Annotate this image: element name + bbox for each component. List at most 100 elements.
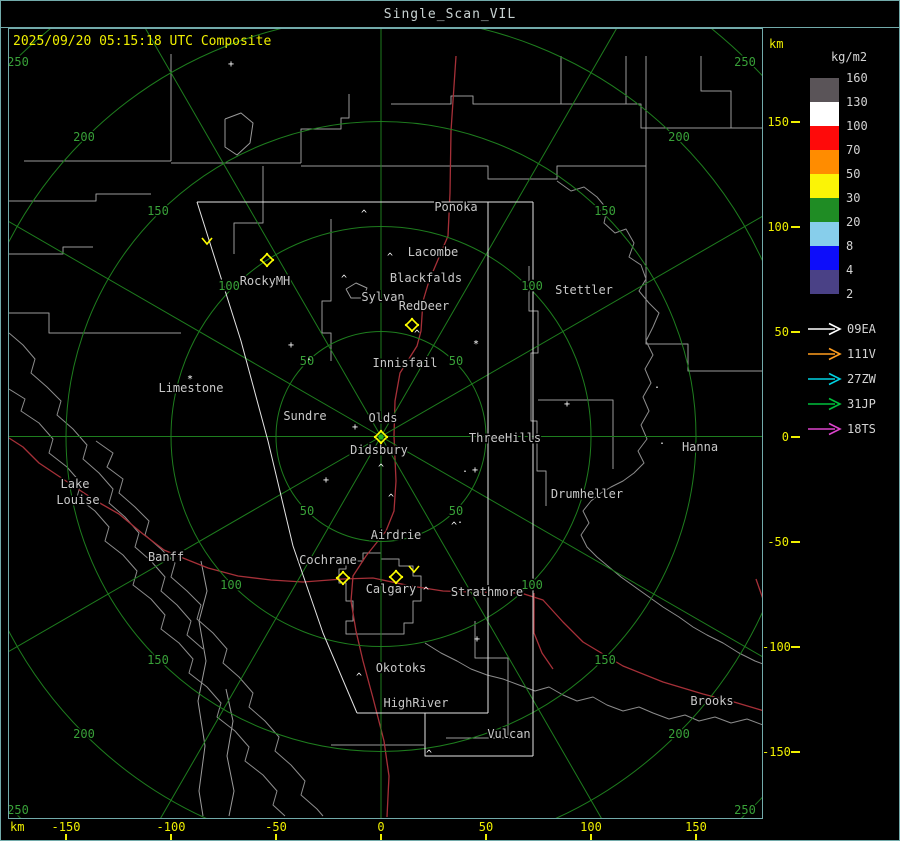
right-axis-label: -100 — [762, 639, 791, 654]
colorscale-swatch — [810, 102, 839, 126]
track-id-label: 09EA — [847, 322, 876, 336]
city-label: HighRiver — [383, 696, 448, 710]
point-marker: ^ — [361, 209, 367, 220]
radial-line — [380, 29, 617, 437]
point-marker: ^ — [423, 586, 429, 597]
county-boundary — [391, 56, 562, 105]
city-label: Brooks — [690, 694, 733, 708]
colorscale-value: 50 — [846, 167, 861, 181]
right-axis-label: 50 — [774, 324, 789, 339]
radar-site-marker-dot — [259, 258, 263, 262]
river-line — [9, 388, 286, 817]
point-marker: . — [462, 464, 468, 475]
radar-site-marker-dot — [271, 258, 275, 262]
track-id-label: 111V — [847, 347, 876, 361]
city-label: Ponoka — [434, 200, 477, 214]
window-title: Single_Scan_VIL — [383, 6, 517, 22]
colorscale-value: 8 — [846, 239, 854, 253]
range-ring-label: 100 — [521, 578, 543, 592]
bottom-axis-unit: km — [10, 820, 25, 834]
city-label: Lacombe — [408, 245, 459, 259]
right-axis-tick — [791, 120, 800, 123]
colorscale-value: 4 — [846, 263, 854, 277]
county-boundary — [9, 246, 93, 255]
colorscale-value: 160 — [846, 71, 868, 85]
city-label: Vulcan — [487, 727, 530, 741]
city-label: Lake — [61, 477, 90, 491]
city-label: Banff — [148, 550, 184, 564]
range-ring-label: 200 — [73, 130, 95, 144]
county-boundary — [538, 399, 614, 469]
bottom-axis-label: 0 — [377, 820, 385, 834]
city-label: Hanna — [682, 440, 718, 454]
colorscale-value: 30 — [846, 191, 861, 205]
county-boundary — [528, 266, 547, 506]
point-marker: + — [472, 465, 478, 476]
bottom-axis-tick — [380, 834, 382, 840]
range-ring-label: 200 — [73, 727, 95, 741]
county-boundary — [321, 219, 332, 361]
colorscale-swatch — [810, 222, 839, 246]
bottom-axis-tick — [65, 834, 67, 840]
city-label: Didsbury — [350, 443, 408, 457]
v-marker — [408, 565, 420, 574]
city-label: Drumheller — [551, 487, 623, 501]
city-label: Innisfail — [372, 356, 437, 370]
point-marker: . — [654, 380, 660, 391]
radar-site-marker-dot — [347, 576, 351, 580]
point-marker: . — [457, 515, 463, 526]
radar-center-marker-dot — [385, 435, 389, 439]
right-axis-tick — [791, 645, 800, 648]
track-id-label: 31JP — [847, 397, 876, 411]
city-label: Olds — [369, 411, 398, 425]
colorscale-value: 130 — [846, 95, 868, 109]
colorscale-value: 2 — [846, 287, 854, 301]
track-id-label: 27ZW — [847, 372, 876, 386]
radar-site-marker-dot — [388, 575, 392, 579]
bottom-axis-label: -150 — [51, 820, 81, 834]
radar-center-marker-dot — [373, 435, 377, 439]
range-ring-label: 200 — [668, 130, 690, 144]
radar-site-marker-dot — [394, 569, 398, 573]
city-label: Strathmore — [451, 585, 523, 599]
radar-site-marker-dot — [265, 264, 269, 268]
range-ring-label: 150 — [594, 204, 616, 218]
radial-line — [380, 436, 762, 658]
point-marker: ^ — [341, 274, 347, 285]
radar-center-marker-dot — [379, 441, 383, 445]
point-marker: + — [288, 340, 294, 351]
radar-map-canvas: 50 5050 50100 100100 100150 150150 150200 20020… — [9, 29, 762, 818]
river-line — [95, 440, 324, 817]
radar-site-marker-dot — [341, 582, 345, 586]
highway-line — [755, 578, 762, 599]
title-bar: Single_Scan_VIL — [1, 1, 899, 28]
right-axis-label: -150 — [762, 744, 791, 759]
range-ring-label: 250 — [734, 55, 756, 69]
range-ring-label: 150 — [147, 204, 169, 218]
colorscale-swatch — [810, 150, 839, 174]
bottom-axis-tick — [695, 834, 697, 840]
county-boundary — [300, 94, 350, 163]
point-marker: + — [228, 59, 234, 70]
city-label: Blackfalds — [390, 271, 462, 285]
bottom-axis-tick — [590, 834, 592, 840]
radar-map-viewport[interactable]: 50 50 50 50 100 100 100 100 150 150 150 150 200 200 20… — [8, 28, 763, 819]
range-ring-label: 150 — [594, 653, 616, 667]
radar-site-marker-dot — [335, 576, 339, 580]
radial-line — [380, 436, 602, 818]
range-ring-label: 100 — [218, 279, 240, 293]
colorscale-swatch — [810, 198, 839, 222]
radial-line — [160, 436, 382, 818]
bottom-axis-tick — [485, 834, 487, 840]
scan-timestamp: 2025/09/20 05:15:18 UTC Composite — [13, 34, 272, 49]
colorscale-swatch — [810, 270, 839, 294]
colorscale-unit: kg/m2 — [830, 50, 868, 64]
city-label: Calgary — [366, 582, 417, 596]
bottom-axis-label: 150 — [685, 820, 707, 834]
right-axis-tick — [791, 330, 800, 333]
city-label: Cochrane — [299, 553, 357, 567]
right-axis-tick — [791, 225, 800, 228]
colorscale-value: 100 — [846, 119, 868, 133]
radar-site-marker-dot — [341, 570, 345, 574]
city-label: Sundre — [283, 409, 326, 423]
